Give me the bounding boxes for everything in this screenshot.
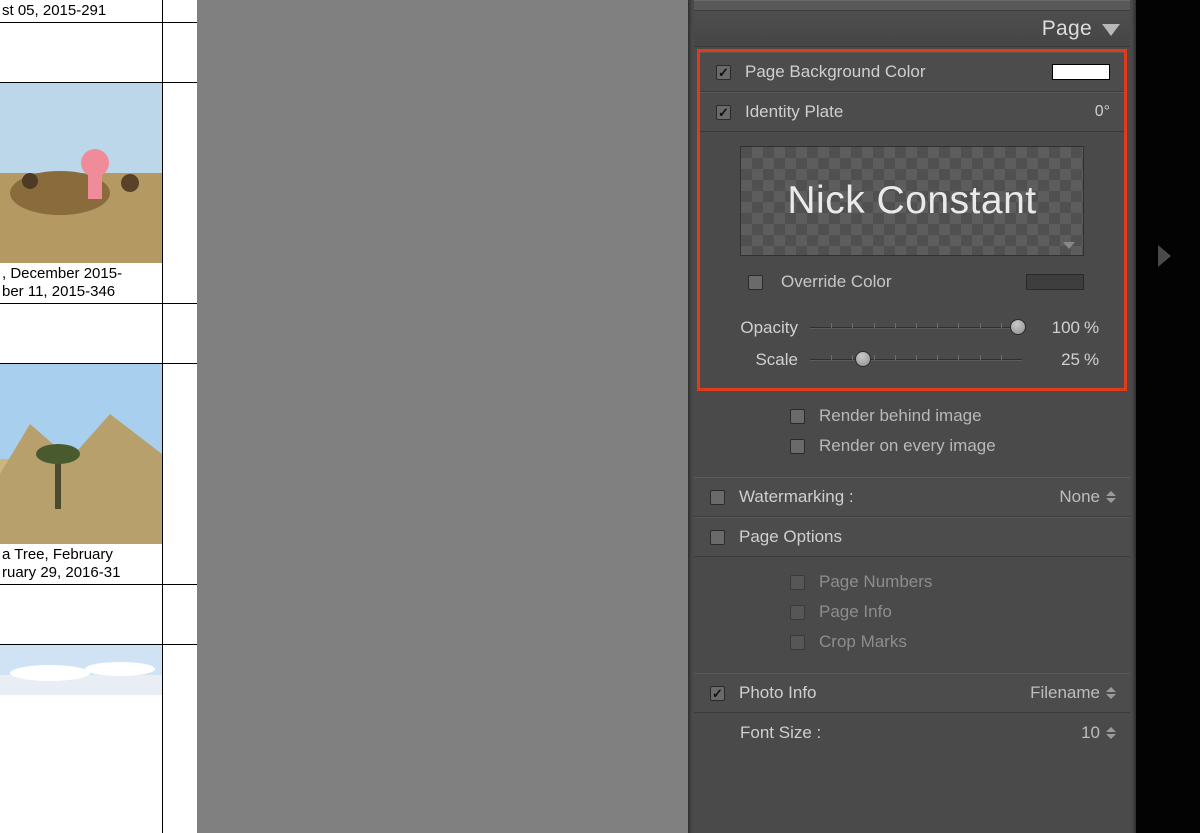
scale-value[interactable]: 25 xyxy=(1022,350,1080,370)
page-info-checkbox[interactable] xyxy=(790,605,805,620)
identity-plate-checkbox[interactable] xyxy=(716,105,731,120)
crop-marks-label: Crop Marks xyxy=(819,632,907,652)
opacity-unit: % xyxy=(1080,318,1104,338)
page-numbers-row: Page Numbers xyxy=(694,567,1130,597)
render-behind-label: Render behind image xyxy=(819,406,982,426)
render-every-checkbox[interactable] xyxy=(790,439,805,454)
render-every-row: Render on every image xyxy=(694,431,1130,461)
page-bg-row: Page Background Color xyxy=(700,52,1124,92)
chevron-down-icon xyxy=(1102,24,1120,36)
override-color-label: Override Color xyxy=(781,272,892,292)
opacity-label: Opacity xyxy=(700,318,810,338)
thumb-caption: a Tree, February ruary 29, 2016-31 xyxy=(0,544,197,585)
page-numbers-checkbox[interactable] xyxy=(790,575,805,590)
watermarking-row: Watermarking : None xyxy=(694,477,1130,517)
scale-slider-row: Scale 25 % xyxy=(700,344,1124,376)
filmstrip: st 05, 2015-291 , December 2015- ber 11,… xyxy=(0,0,197,833)
thumb-image[interactable] xyxy=(0,364,162,544)
page-options-sub: Page Numbers Page Info Crop Marks xyxy=(694,557,1130,673)
crop-marks-row: Crop Marks xyxy=(694,627,1130,657)
page-info-label: Page Info xyxy=(819,602,892,622)
override-color-checkbox[interactable] xyxy=(748,275,763,290)
highlighted-section: Page Background Color Identity Plate 0° … xyxy=(697,49,1127,391)
page-bg-label: Page Background Color xyxy=(745,62,926,82)
thumb-caption: st 05, 2015-291 xyxy=(0,0,197,23)
crop-marks-checkbox[interactable] xyxy=(790,635,805,650)
filmstrip-gap xyxy=(0,585,197,645)
page-options-checkbox[interactable] xyxy=(710,530,725,545)
identity-plate-angle[interactable]: 0° xyxy=(1095,103,1110,121)
render-behind-row: Render behind image xyxy=(694,401,1130,431)
right-panel-wrap: Page Page Background Color Identity Plat… xyxy=(688,0,1200,833)
panel-header[interactable]: Page xyxy=(694,11,1130,47)
page-numbers-label: Page Numbers xyxy=(819,572,932,592)
identity-plate-row: Identity Plate 0° xyxy=(700,92,1124,132)
render-every-label: Render on every image xyxy=(819,436,996,456)
previous-panel-stub xyxy=(694,0,1130,11)
identity-plate-label: Identity Plate xyxy=(745,102,843,122)
render-behind-checkbox[interactable] xyxy=(790,409,805,424)
scale-unit: % xyxy=(1080,350,1104,370)
thumb-caption: , December 2015- ber 11, 2015-346 xyxy=(0,263,197,304)
override-color-row: Override Color xyxy=(700,258,1124,298)
opacity-slider-row: Opacity 100 % xyxy=(700,312,1124,344)
font-size-value: 10 xyxy=(1081,723,1100,743)
watermarking-value: None xyxy=(1059,487,1100,507)
font-size-label: Font Size : xyxy=(740,723,821,743)
font-size-dropdown[interactable]: 10 xyxy=(1081,723,1116,743)
updown-icon xyxy=(1106,491,1116,503)
scale-label: Scale xyxy=(700,350,810,370)
opacity-slider[interactable] xyxy=(810,321,1022,335)
photo-info-checkbox[interactable] xyxy=(710,686,725,701)
render-options: Render behind image Render on every imag… xyxy=(694,391,1130,477)
scale-slider[interactable] xyxy=(810,353,1022,367)
filmstrip-column-separator xyxy=(162,0,163,833)
expand-arrow-icon[interactable] xyxy=(1158,245,1171,267)
chevron-down-icon xyxy=(1063,242,1075,249)
identity-plate-text: Nick Constant xyxy=(787,179,1036,223)
watermarking-dropdown[interactable]: None xyxy=(1059,487,1116,507)
photo-info-value: Filename xyxy=(1030,683,1100,703)
panel-title: Page xyxy=(1042,17,1092,41)
panel-gutter xyxy=(1136,0,1200,833)
page-options-row: Page Options xyxy=(694,517,1130,557)
thumb-image[interactable] xyxy=(0,645,162,695)
page-options-label: Page Options xyxy=(739,527,842,547)
opacity-value[interactable]: 100 xyxy=(1022,318,1080,338)
watermarking-label: Watermarking : xyxy=(739,487,854,507)
thumb-image[interactable] xyxy=(0,83,162,263)
canvas-area xyxy=(197,0,688,833)
identity-plate-preview[interactable]: Nick Constant xyxy=(740,146,1084,256)
override-color-swatch[interactable] xyxy=(1026,274,1084,290)
updown-icon xyxy=(1106,687,1116,699)
font-size-row: Font Size : 10 xyxy=(694,713,1130,753)
page-panel: Page Page Background Color Identity Plat… xyxy=(688,0,1136,833)
page-bg-swatch[interactable] xyxy=(1052,64,1110,80)
filmstrip-gap xyxy=(0,304,197,364)
filmstrip-gap xyxy=(0,23,197,83)
photo-info-label: Photo Info xyxy=(739,683,817,703)
page-info-row: Page Info xyxy=(694,597,1130,627)
watermarking-checkbox[interactable] xyxy=(710,490,725,505)
updown-icon xyxy=(1106,727,1116,739)
photo-info-row: Photo Info Filename xyxy=(694,673,1130,713)
photo-info-dropdown[interactable]: Filename xyxy=(1030,683,1116,703)
page-bg-checkbox[interactable] xyxy=(716,65,731,80)
